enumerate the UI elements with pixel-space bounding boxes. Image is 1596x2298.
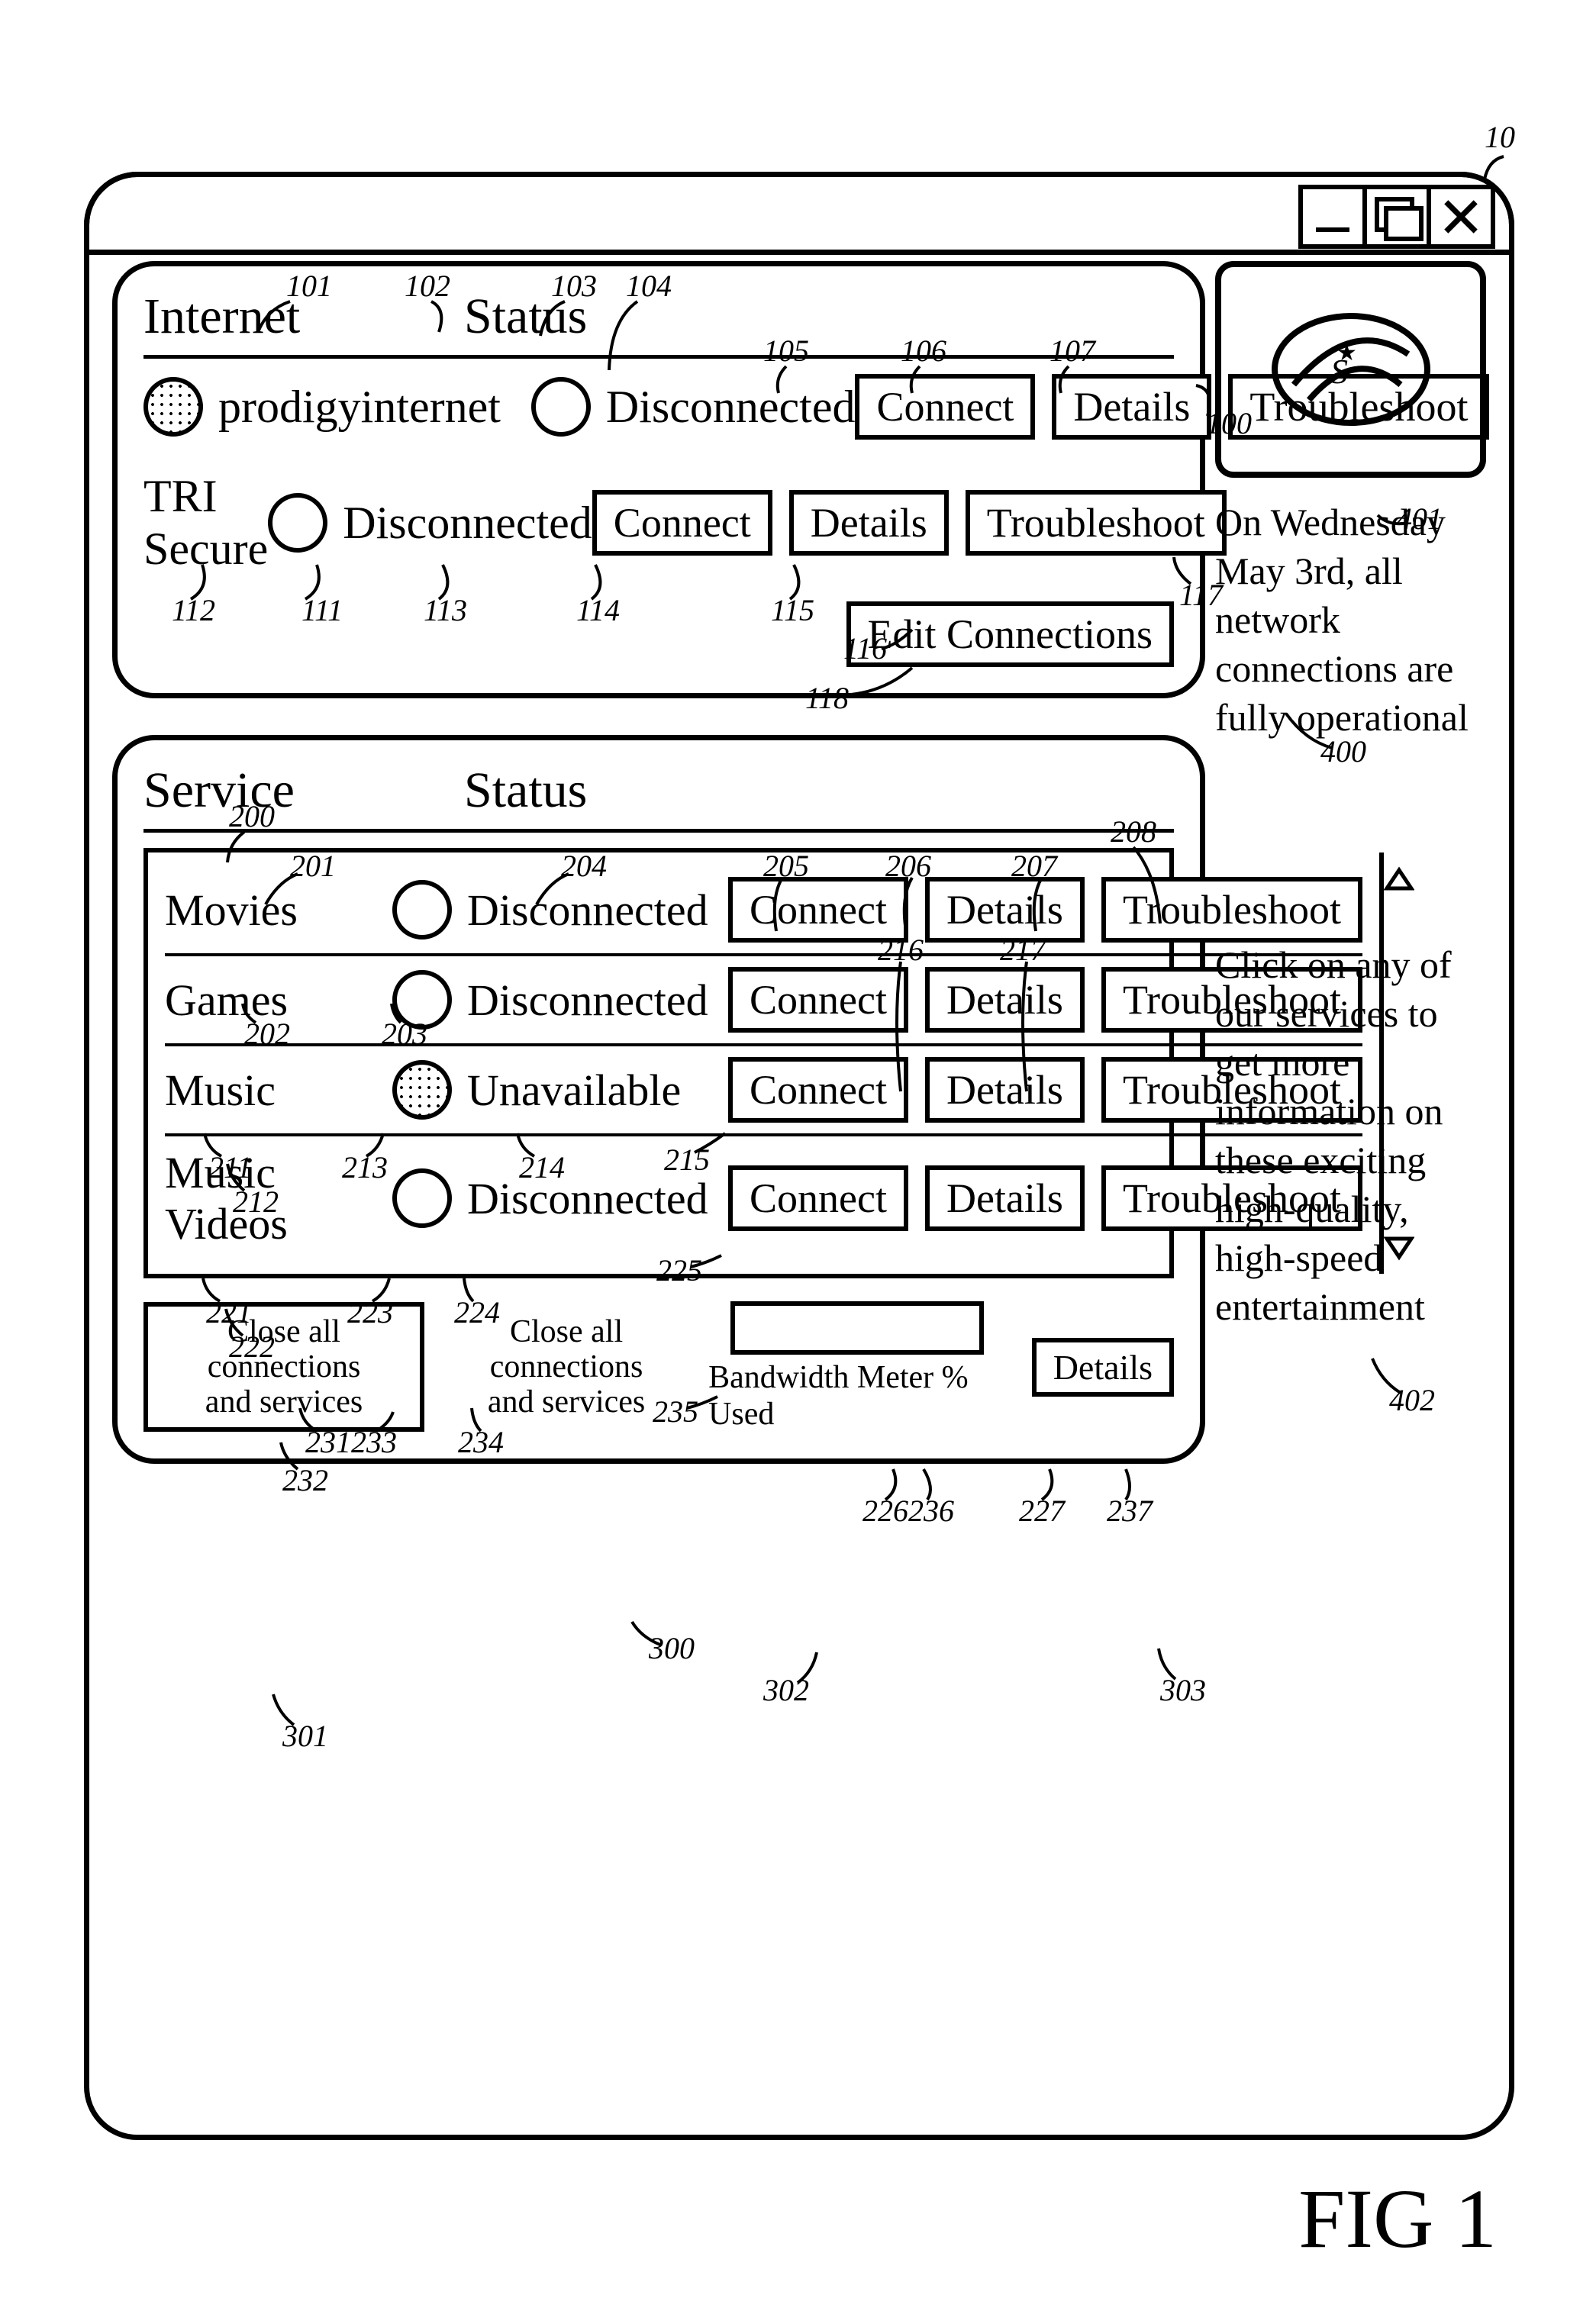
panel-internet: Internet Status prodigyinternet Disconne… [112,261,1205,698]
maximize-button[interactable] [1367,185,1431,249]
details-button[interactable]: Details [789,490,949,556]
services-footer: Close all connections and services Close… [143,1301,1174,1433]
service-heading: Service [143,762,464,820]
status-heading: Status [464,762,785,820]
bandwidth-meter [730,1301,984,1355]
internet-heading: Internet [143,288,464,346]
main-column: Internet Status prodigyinternet Disconne… [112,261,1205,2112]
bandwidth-meter-label: Bandwidth Meter % Used [708,1359,1006,1433]
details-button[interactable]: Details [925,877,1085,943]
divider [143,829,1174,833]
service-name: Music Videos [165,1147,392,1249]
services-rows: Movies Disconnected Connect Details Trou… [148,852,1379,1274]
service-status: Disconnected [467,885,728,936]
status-circle-icon [392,1168,452,1228]
titlebar [84,172,1514,255]
service-row-movies: Movies Disconnected Connect Details Trou… [165,866,1362,953]
service-name: Games [165,975,392,1026]
logo-icon: S ★ [1263,301,1439,438]
connection-name: TRI Secure [143,470,268,575]
sidebar-message-2: Click on any of our services to get more… [1215,940,1486,1331]
service-row-music: Music Unavailable Connect Details Troubl… [165,1043,1362,1133]
close-window-button[interactable] [1431,185,1495,249]
divider [143,355,1174,359]
connect-button[interactable]: Connect [728,967,908,1033]
services-header-row: Service Status [143,762,1174,820]
status-circle-icon [392,880,452,940]
sidebar: S ★ On Wednesday May 3rd, all network co… [1215,261,1486,2112]
service-row-music-videos: Music Videos Disconnected Connect Detail… [165,1133,1362,1260]
service-name: Movies [165,885,392,936]
close-all-label: Close all connections and services [444,1314,688,1420]
internet-row-tri: TRI Secure Disconnected Connect Details … [143,470,1174,575]
connection-name: prodigyinternet [218,381,501,433]
details-button[interactable]: Details [1052,374,1211,440]
connect-button[interactable]: Connect [728,877,908,943]
bandwidth-details-button[interactable]: Details [1032,1338,1174,1397]
status-circle-icon [268,493,327,553]
edit-connections-button[interactable]: Edit Connections [846,601,1174,667]
titlebar-buttons [1298,185,1495,249]
status-icon [143,377,203,437]
connect-button[interactable]: Connect [592,490,772,556]
ref-10: 10 [1485,122,1515,153]
connection-status: Disconnected [606,381,856,433]
connection-status: Disconnected [343,497,592,550]
details-button[interactable]: Details [925,967,1085,1033]
internet-row-prodigy: prodigyinternet Disconnected Connect Det… [143,374,1174,440]
service-status: Unavailable [467,1065,728,1116]
troubleshoot-button[interactable]: Troubleshoot [966,490,1227,556]
service-name: Music [165,1065,392,1116]
logo: S ★ [1215,261,1486,478]
connect-button[interactable]: Connect [855,374,1035,440]
details-button[interactable]: Details [925,1165,1085,1231]
service-status: Disconnected [467,1173,728,1224]
svg-text:★: ★ [1336,340,1357,366]
close-icon [1443,198,1479,235]
minimize-button[interactable] [1298,185,1367,249]
sidebar-message-1: On Wednesday May 3rd, all network connec… [1215,498,1486,742]
page: 10 Internet Status [0,0,1596,2298]
status-circle-icon [392,970,452,1030]
services-list: Movies Disconnected Connect Details Trou… [143,848,1174,1278]
connect-button[interactable]: Connect [728,1057,908,1123]
service-status: Disconnected [467,975,728,1026]
panel-services: Service Status Movies Disconnected Con [112,735,1205,1464]
status-circle-icon [392,1060,452,1120]
service-row-games: Games Disconnected Connect Details Troub… [165,953,1362,1043]
details-button[interactable]: Details [925,1057,1085,1123]
bandwidth-meter-block: Bandwidth Meter % Used [708,1301,1006,1433]
internet-header-row: Internet Status [143,288,1174,346]
status-circle-icon [531,377,591,437]
connect-button[interactable]: Connect [728,1165,908,1231]
status-heading: Status [464,288,785,346]
figure-label: FIG 1 [1298,2171,1497,2267]
app-window: Internet Status prodigyinternet Disconne… [84,172,1514,2140]
close-all-button[interactable]: Close all connections and services [143,1302,424,1433]
